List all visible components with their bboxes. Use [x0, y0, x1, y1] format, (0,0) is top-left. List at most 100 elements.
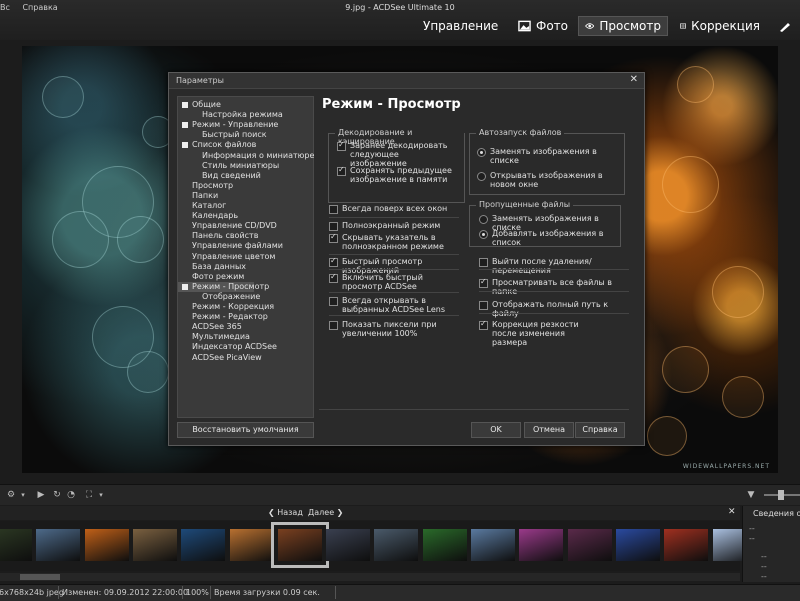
zoom-slider-handle[interactable] — [778, 490, 784, 500]
tree-item[interactable]: Фото режим — [178, 272, 254, 282]
cancel-button[interactable]: Отмена — [524, 422, 574, 438]
mode-view-button[interactable]: Просмотр — [578, 16, 668, 36]
option-browse-all[interactable]: Просматривать все файлы в папке — [479, 277, 629, 296]
radio[interactable] — [477, 148, 486, 157]
filmstrip-thumbnail[interactable] — [664, 529, 709, 561]
mode-manage-button[interactable]: Управление — [412, 16, 504, 36]
menu-item-view[interactable]: Вс — [0, 3, 10, 12]
filmstrip[interactable] — [0, 521, 757, 571]
tree-item[interactable]: База данных — [178, 262, 254, 272]
option-quick-view[interactable]: Включить быстрый просмотр ACDSee — [329, 272, 449, 291]
checkbox[interactable] — [329, 256, 338, 267]
tree-item[interactable]: ACDSee 365 — [178, 322, 254, 332]
filmstrip-thumbnail[interactable] — [374, 529, 419, 561]
tree-item[interactable]: Управление цветом — [178, 252, 275, 262]
expander-icon[interactable] — [182, 283, 188, 290]
filmstrip-thumbnail[interactable] — [471, 529, 515, 561]
tree-item[interactable]: Режим - Управление — [178, 120, 278, 130]
option-autostart-replace[interactable]: Заменять изображения в списке — [477, 147, 617, 165]
mode-develop-button[interactable]: Коррекция — [674, 16, 766, 36]
chevron-down-icon[interactable]: ▾ — [18, 490, 28, 500]
tree-item[interactable]: Календарь — [178, 211, 254, 221]
dialog-titlebar[interactable]: Параметры ✕ — [169, 73, 644, 89]
scrollbar-thumb[interactable] — [20, 574, 60, 580]
tree-item[interactable]: Режим - Коррекция — [178, 302, 274, 312]
expander-icon[interactable] — [182, 122, 188, 129]
menu-item-help[interactable]: Справка — [22, 3, 57, 12]
checkbox[interactable] — [329, 205, 338, 214]
forward-button[interactable]: Далее ❯ — [308, 508, 343, 517]
tree-item[interactable]: ACDSee PicaView — [178, 353, 262, 363]
checkbox[interactable] — [329, 222, 338, 231]
radio[interactable] — [479, 215, 488, 224]
tree-item[interactable]: Настройка режима — [178, 110, 320, 120]
option-exit-after-delete[interactable]: Выйти после удаления/перемещения — [479, 257, 629, 275]
radio[interactable] — [479, 230, 488, 239]
mode-photo-button[interactable]: Фото — [512, 16, 574, 36]
timer-icon[interactable]: ◔ — [66, 490, 76, 500]
tree-item[interactable]: Режим - Просмотр — [178, 281, 269, 292]
chevron-down-icon[interactable]: ▾ — [96, 490, 106, 500]
back-button[interactable]: ❮ Назад — [268, 508, 303, 517]
option-autostart-new-window[interactable]: Открывать изображения в новом окне — [477, 171, 622, 189]
play-icon[interactable]: ▶ — [36, 490, 46, 500]
options-tree[interactable]: Общие Настройка режима Режим - Управление Б… — [177, 96, 314, 418]
filmstrip-thumbnail[interactable] — [615, 529, 660, 561]
chevron-down-icon[interactable]: ▼ — [746, 490, 756, 500]
filmstrip-thumbnail[interactable] — [270, 522, 329, 568]
tree-item[interactable]: Общие — [178, 100, 254, 110]
filmstrip-thumbnail[interactable] — [132, 529, 177, 561]
fit-icon[interactable]: ⛶ — [84, 490, 94, 500]
filmstrip-thumbnail[interactable] — [519, 529, 564, 561]
filmstrip-thumbnail[interactable] — [36, 529, 81, 561]
tree-item[interactable]: Вид сведений — [178, 171, 320, 181]
option-always-on-top[interactable]: Всегда поверх всех окон — [329, 204, 459, 214]
tree-item[interactable]: Управление CD/DVD — [178, 221, 277, 231]
option-keep-previous[interactable]: Сохранять предыдущее изображение в памят… — [337, 165, 457, 184]
filmstrip-thumbnail[interactable] — [326, 529, 371, 561]
checkbox[interactable] — [479, 277, 488, 288]
option-full-path[interactable]: Отображать полный путь к файлу — [479, 300, 629, 318]
gear-icon[interactable]: ⚙ — [6, 490, 16, 500]
option-open-lens[interactable]: Всегда открывать в выбранных ACDSee Lens — [329, 296, 449, 314]
tree-item[interactable]: Управление файлами — [178, 241, 283, 251]
checkbox[interactable] — [329, 321, 338, 330]
tree-item[interactable]: Отображение — [178, 292, 320, 302]
filmstrip-thumbnail[interactable] — [229, 529, 274, 561]
checkbox[interactable] — [329, 232, 338, 243]
expander-icon[interactable] — [182, 142, 188, 149]
tree-item[interactable]: Список файлов — [178, 140, 256, 150]
help-button[interactable]: Справка — [575, 422, 625, 438]
filmstrip-thumbnail[interactable] — [181, 529, 226, 561]
radio[interactable] — [477, 172, 486, 181]
option-predecode-next[interactable]: Заранее декодировать следующее изображен… — [337, 140, 457, 168]
filmstrip-thumbnail[interactable] — [422, 529, 467, 561]
tree-item[interactable]: Стиль миниатюры — [178, 161, 320, 171]
option-skipped-add[interactable]: Добавлять изображения в список — [479, 229, 614, 247]
filmstrip-thumbnail[interactable] — [0, 529, 32, 561]
checkbox[interactable] — [479, 319, 488, 330]
option-sharpen-resize[interactable]: Коррекция резкости после изменения разме… — [479, 319, 599, 347]
tree-item[interactable]: Просмотр — [178, 181, 254, 191]
tree-item[interactable]: Каталог — [178, 201, 254, 211]
ok-button[interactable]: OK — [471, 422, 521, 438]
close-icon[interactable]: ✕ — [728, 507, 736, 517]
tree-item[interactable]: Мультимедиа — [178, 332, 254, 342]
tree-item[interactable]: Режим - Редактор — [178, 312, 268, 322]
checkbox[interactable] — [479, 301, 488, 310]
tree-item[interactable]: Информация о миниатюре — [178, 151, 320, 161]
expander-icon[interactable] — [182, 102, 188, 108]
restore-defaults-button[interactable]: Восстановить умолчания — [177, 422, 314, 438]
checkbox[interactable] — [329, 272, 338, 283]
option-hide-cursor[interactable]: Скрывать указатель в полноэкранном режим… — [329, 232, 449, 251]
checkbox[interactable] — [337, 140, 346, 151]
option-fullscreen[interactable]: Полноэкранный режим — [329, 221, 459, 231]
filmstrip-thumbnail[interactable] — [567, 529, 612, 561]
tree-item[interactable]: Индексатор ACDSee — [178, 342, 277, 352]
mode-edit-button[interactable] — [772, 16, 800, 36]
checkbox[interactable] — [337, 165, 346, 176]
option-show-pixels[interactable]: Показать пиксели при увеличении 100% — [329, 320, 459, 338]
checkbox[interactable] — [329, 297, 338, 306]
filmstrip-thumbnail[interactable] — [84, 529, 129, 561]
tree-item[interactable]: Быстрый поиск — [178, 130, 320, 140]
